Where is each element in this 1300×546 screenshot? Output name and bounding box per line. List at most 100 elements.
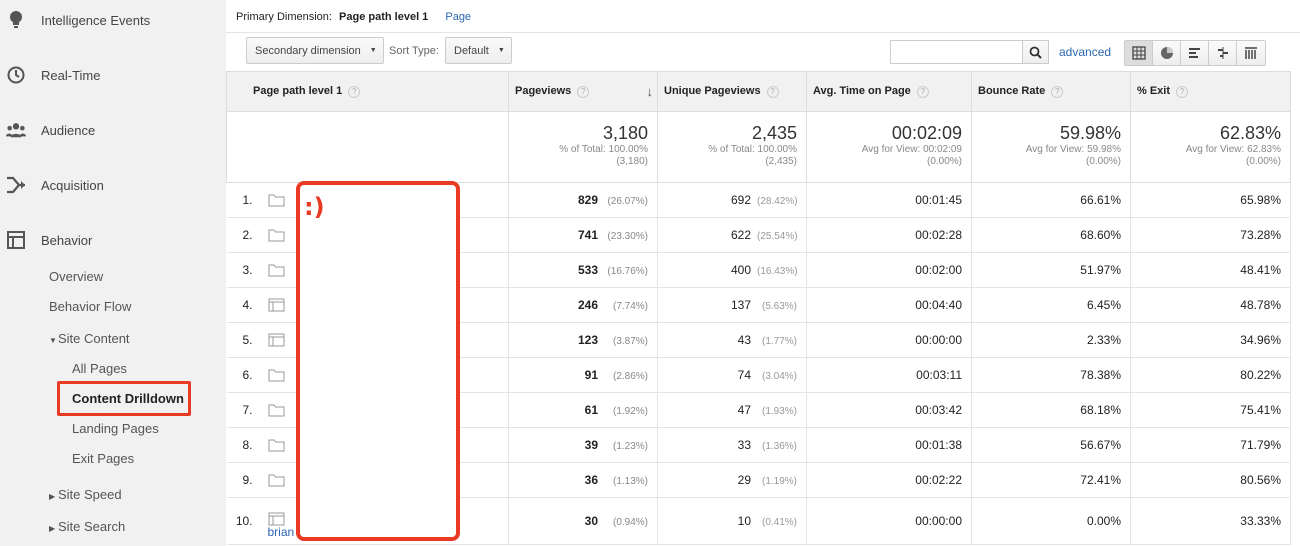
nav-label: Audience [41,122,96,138]
page-path-link[interactable]: brian [268,525,295,539]
avg-time-cell: 00:01:45 [806,182,972,218]
nav-audience[interactable]: Audience [0,115,226,145]
pageviews-cell: 91 (2.86%) [508,357,658,393]
total-caption: Avg for View: 00:02:09 [861,144,962,155]
nav-label: Real-Time [41,67,101,83]
nav-label: Acquisition [41,177,104,193]
unique-pageviews-cell: 137 (5.63%) [657,287,807,323]
sidebar: Intelligence Events Real-Time Audience A… [0,0,226,546]
avg-time-cell: 00:00:00 [806,322,972,358]
bounce-rate-cell: 2.33% [971,322,1131,358]
help-icon[interactable]: ? [1051,85,1064,98]
chevron-down-icon: ▼ [369,47,377,54]
pageviews-cell: 123 (3.87%) [508,322,658,358]
primary-dimension-value: Page path level 1 [339,11,429,23]
comparison-view-button[interactable] [1209,41,1237,65]
row-number: 6. [242,368,253,382]
total-exit: 62.83% Avg for View: 62.83% (0.00%) [1130,111,1291,183]
total-caption: (0.00%) [926,156,962,167]
pageviews-value: 61 [584,403,598,417]
unique-pageviews-cell: 74 (3.04%) [657,357,807,393]
column-header-exit[interactable]: % Exit? [1130,71,1291,112]
performance-view-button[interactable] [1181,41,1209,65]
sort-type-dropdown[interactable]: Default ▼ [445,37,512,64]
divider [226,32,1300,33]
search-button[interactable] [1022,41,1048,63]
people-icon [6,120,26,140]
unique-pageviews-percent: (3.04%) [761,371,797,382]
folder-icon[interactable] [268,193,285,207]
sidebar-item-label: Site Content [58,331,130,346]
unique-pageviews-percent: (1.93%) [761,406,797,417]
folder-icon[interactable] [268,438,285,452]
dimension-page-link[interactable]: Page [445,11,471,23]
folder-icon[interactable] [268,263,285,277]
page-icon [268,298,285,312]
column-header-bounce-rate[interactable]: Bounce Rate? [971,71,1131,112]
advanced-filter-link[interactable]: advanced [1059,45,1111,59]
folder-icon[interactable] [268,403,285,417]
sidebar-item-site-speed[interactable]: ▶ Site Speed [49,487,122,502]
help-icon[interactable]: ? [348,85,361,98]
table-view-button[interactable] [1125,41,1153,65]
help-icon[interactable]: ? [577,85,590,98]
pageviews-value: 533 [577,263,598,277]
folder-icon[interactable] [268,473,285,487]
unique-pageviews-value: 43 [737,333,751,347]
row-number: 3. [242,263,253,277]
avg-time-cell: 00:00:00 [806,497,972,545]
pivot-icon [1245,47,1257,59]
pageviews-percent: (2.86%) [612,371,648,382]
secondary-dimension-dropdown[interactable]: Secondary dimension ▼ [246,37,384,64]
row-number: 10. [235,514,253,528]
nav-behavior[interactable]: Behavior [0,225,226,255]
sidebar-item-all-pages[interactable]: All Pages [72,361,127,376]
pageviews-cell: 533 (16.76%) [508,252,658,288]
unique-pageviews-value: 400 [730,263,751,277]
sidebar-item-landing-pages[interactable]: Landing Pages [72,421,159,436]
totals-row: 3,180% of Total: 100.00% (3,180) 2,435% o… [226,111,1291,183]
secondary-dimension-label: Secondary dimension [255,44,361,57]
nav-label: Intelligence Events [41,12,151,28]
pie-view-button[interactable] [1153,41,1181,65]
bounce-rate-cell: 72.41% [971,462,1131,498]
total-bounce-rate: 59.98% Avg for View: 59.98% (0.00%) [971,111,1131,183]
unique-pageviews-percent: (1.77%) [761,336,797,347]
help-icon[interactable]: ? [916,85,929,98]
row-number: 8. [242,438,253,452]
column-header-dimension[interactable]: Page path level 1? [226,71,509,112]
sidebar-item-content-drilldown[interactable]: Content Drilldown [72,391,184,406]
sidebar-item-exit-pages[interactable]: Exit Pages [72,451,134,466]
column-header-avg-time[interactable]: Avg. Time on Page? [806,71,972,112]
column-header-pageviews[interactable]: Pageviews? ↓ [508,71,658,112]
nav-label: Behavior [41,232,93,248]
unique-pageviews-value: 29 [737,473,751,487]
nav-real-time[interactable]: Real-Time [0,60,226,90]
help-icon[interactable]: ? [766,85,779,98]
help-icon[interactable]: ? [1176,85,1189,98]
pageviews-percent: (1.92%) [612,406,648,417]
nav-intelligence-events[interactable]: Intelligence Events [0,5,226,35]
unique-pageviews-cell: 29 (1.19%) [657,462,807,498]
exit-cell: 34.96% [1130,322,1291,358]
folder-icon[interactable] [268,228,285,242]
total-caption: % of Total: 100.00% [708,144,797,155]
pageviews-value: 829 [577,193,598,207]
unique-pageviews-cell: 47 (1.93%) [657,392,807,428]
folder-icon[interactable] [268,368,285,382]
pageviews-cell: 36 (1.13%) [508,462,658,498]
comparison-icon [1217,47,1228,59]
sidebar-item-site-search[interactable]: ▶ Site Search [49,519,125,534]
column-header-unique-pageviews[interactable]: Unique Pageviews? [657,71,807,112]
exit-cell: 33.33% [1130,497,1291,545]
search-input[interactable] [891,41,1022,63]
nav-acquisition[interactable]: Acquisition [0,170,226,200]
sidebar-item-label: Site Search [58,519,126,534]
term-cloud-view-button[interactable] [1237,41,1265,65]
sidebar-item-overview[interactable]: Overview [49,269,103,284]
sidebar-item-site-content[interactable]: ▼Site Content [49,331,130,346]
avg-time-cell: 00:03:42 [806,392,972,428]
sidebar-item-behavior-flow[interactable]: Behavior Flow [49,299,131,314]
lightbulb-icon [6,10,26,30]
bounce-rate-cell: 66.61% [971,182,1131,218]
